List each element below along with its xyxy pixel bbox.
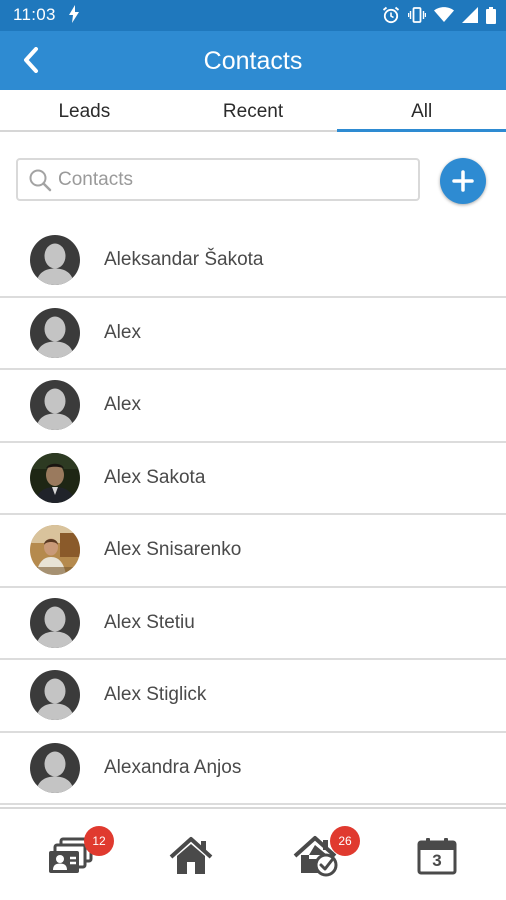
default-avatar-icon	[30, 380, 80, 431]
contact-name: Alexandra Anjos	[104, 756, 242, 778]
contact-row[interactable]: Alex Stiglick	[0, 660, 506, 733]
default-avatar-icon	[30, 235, 80, 286]
wifi-icon	[434, 7, 454, 22]
contact-row[interactable]: Alex Snisarenko	[0, 515, 506, 588]
tab-bar: Leads Recent All	[0, 90, 506, 132]
calendar-day: 3	[432, 850, 442, 870]
nav-home[interactable]	[151, 809, 231, 900]
status-bar: 11:03	[0, 0, 506, 31]
tab-leads[interactable]: Leads	[0, 90, 169, 130]
vibrate-icon	[408, 7, 426, 23]
nav-contacts[interactable]: 12	[31, 809, 114, 900]
tab-recent[interactable]: Recent	[169, 90, 338, 130]
nav-calendar[interactable]: 3	[397, 809, 477, 900]
contact-list: Aleksandar Šakota Alex Alex Alex Sakota …	[0, 225, 506, 805]
contact-row[interactable]: Alex	[0, 298, 506, 370]
default-avatar-icon	[30, 670, 80, 721]
page-title: Contacts	[203, 47, 303, 75]
app-bar: Contacts	[0, 31, 506, 90]
contact-name: Aleksandar Šakota	[104, 249, 264, 271]
search-box	[16, 158, 420, 201]
default-avatar-icon	[30, 742, 80, 793]
signal-icon	[462, 7, 478, 23]
notification-badge: 26	[330, 826, 360, 856]
nav-home-check[interactable]: 26	[276, 809, 360, 900]
tab-all[interactable]: All	[337, 90, 506, 132]
search-input[interactable]	[58, 160, 408, 199]
contact-row[interactable]: Alexandra Anjos	[0, 733, 506, 805]
contact-row[interactable]: Aleksandar Šakota	[0, 225, 506, 298]
add-contact-button[interactable]	[440, 158, 486, 204]
contact-row[interactable]: Alex	[0, 370, 506, 443]
default-avatar-icon	[30, 307, 80, 358]
notification-badge: 12	[84, 826, 114, 856]
alarm-icon	[382, 6, 400, 24]
status-time: 11:03	[13, 5, 56, 24]
status-icons	[382, 6, 496, 24]
contacts-screen: 11:03 Contacts Leads Recent All Contacts…	[0, 0, 506, 900]
bottom-nav: 12 26 3	[0, 807, 506, 900]
contact-name: Alex Snisarenko	[104, 539, 242, 561]
battery-icon	[486, 6, 496, 24]
contact-name: Alex	[104, 321, 141, 343]
contact-photo	[30, 525, 80, 576]
contact-photo	[30, 452, 80, 503]
contact-row[interactable]: Alex Sakota	[0, 443, 506, 515]
contact-name: Alex Sakota	[104, 466, 206, 488]
default-avatar-icon	[30, 597, 80, 648]
contact-name: Alex Stiglick	[104, 684, 207, 706]
plus-icon	[452, 170, 474, 192]
charging-bolt-icon	[69, 5, 79, 23]
contact-name: Alex Stetiu	[104, 611, 195, 633]
search-icon	[29, 169, 52, 192]
contact-name: Alex	[104, 394, 141, 416]
calendar-icon: 3	[417, 837, 457, 875]
contact-row[interactable]: Alex Stetiu	[0, 588, 506, 660]
home-icon	[169, 836, 213, 874]
